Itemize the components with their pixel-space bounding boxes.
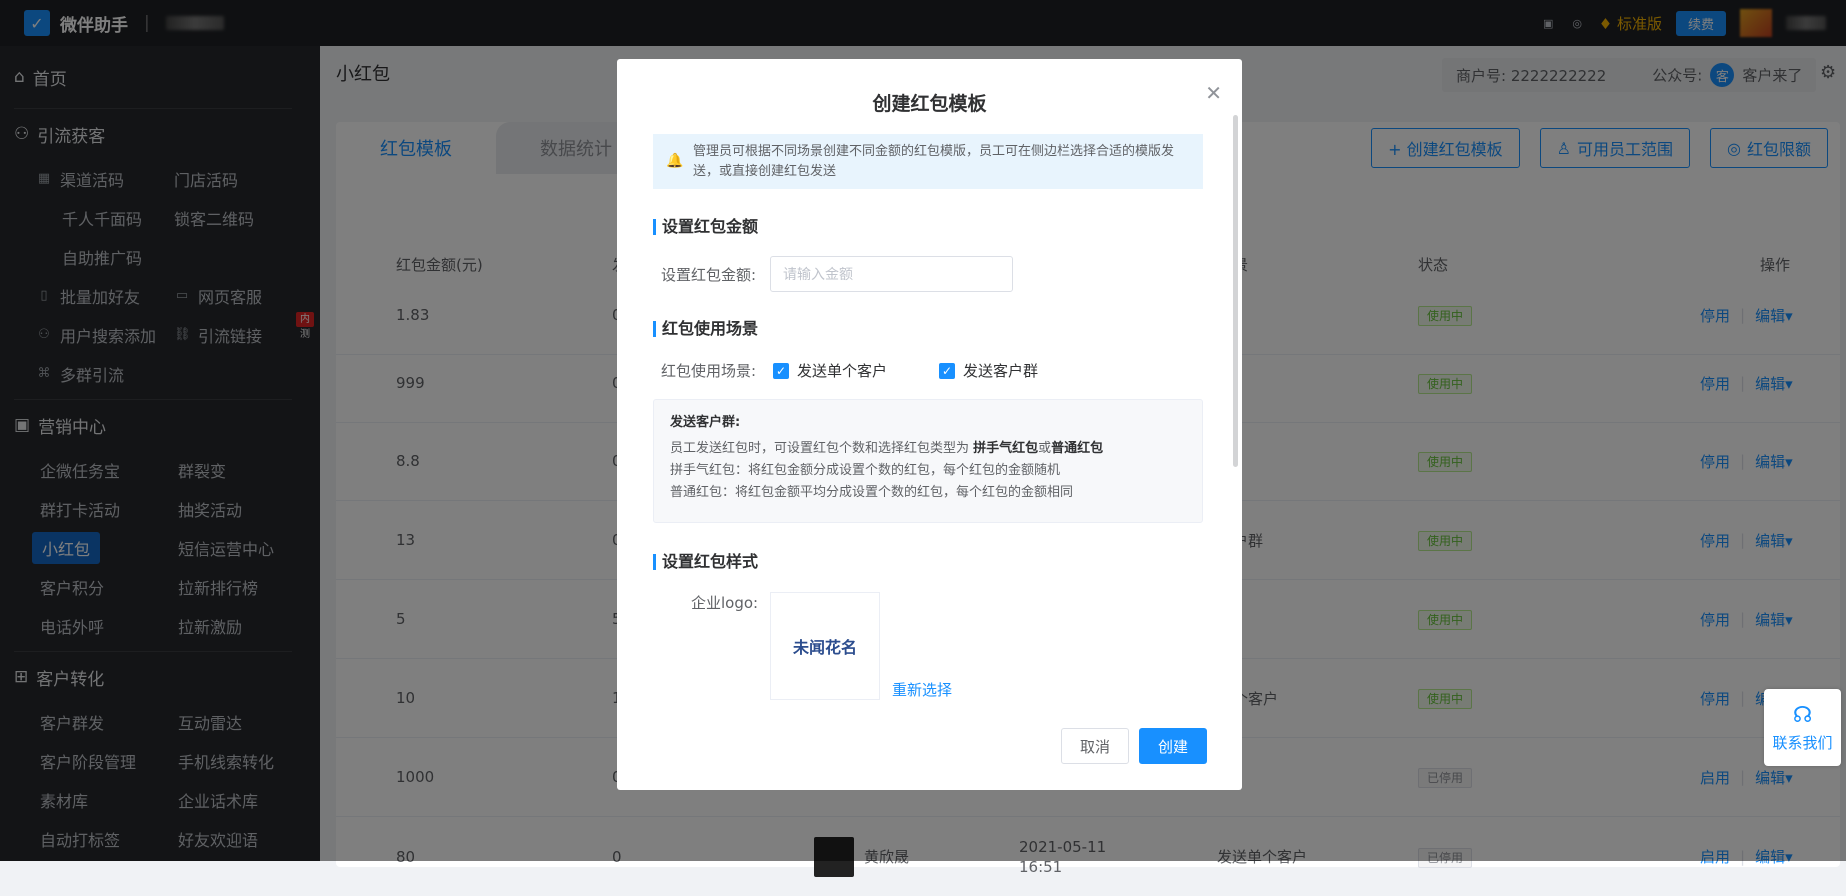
amount-label: 设置红包金额: [661,266,757,284]
scene-label: 红包使用场景: [661,362,757,380]
dialog-scrollbar[interactable] [1233,115,1238,467]
create-button[interactable]: 创建 [1139,728,1207,764]
create-template-dialog: 创建红包模板 ✕ 🔔 管理员可根据不同场景创建不同金额的红包模版，员工可在侧边栏… [617,59,1242,790]
notice-banner: 🔔 管理员可根据不同场景创建不同金额的红包模版，员工可在侧边栏选择合适的模版发送… [653,134,1203,189]
dialog-title: 创建红包模板 [872,93,987,115]
group-info-box: 发送客户群: 员工发送红包时，可设置红包个数和选择红包类型为 拼手气红包或普通红… [653,399,1203,523]
amount-input[interactable]: 请输入金额 [770,256,1013,292]
checkbox-checked-icon: ✓ [773,362,789,379]
checkbox-checked-icon: ✓ [939,362,955,379]
scene-group-checkbox[interactable]: ✓ 发送客户群 [939,360,1038,381]
section-style-title: 设置红包样式 [653,554,758,570]
reselect-link[interactable]: 重新选择 [892,679,952,700]
close-icon[interactable]: ✕ [1205,81,1222,105]
scene-single-checkbox[interactable]: ✓ 发送单个客户 [773,360,887,381]
company-logo-preview: 未闻花名 [770,592,880,700]
contact-us-button[interactable]: ☊ 联系我们 [1764,689,1841,766]
headset-icon: ☊ [1792,702,1813,728]
bell-icon: 🔔 [666,153,684,169]
logo-label: 企业logo: [691,594,759,612]
cancel-button[interactable]: 取消 [1061,728,1129,764]
section-scene-title: 红包使用场景 [653,321,758,337]
section-amount-title: 设置红包金额 [653,219,758,235]
